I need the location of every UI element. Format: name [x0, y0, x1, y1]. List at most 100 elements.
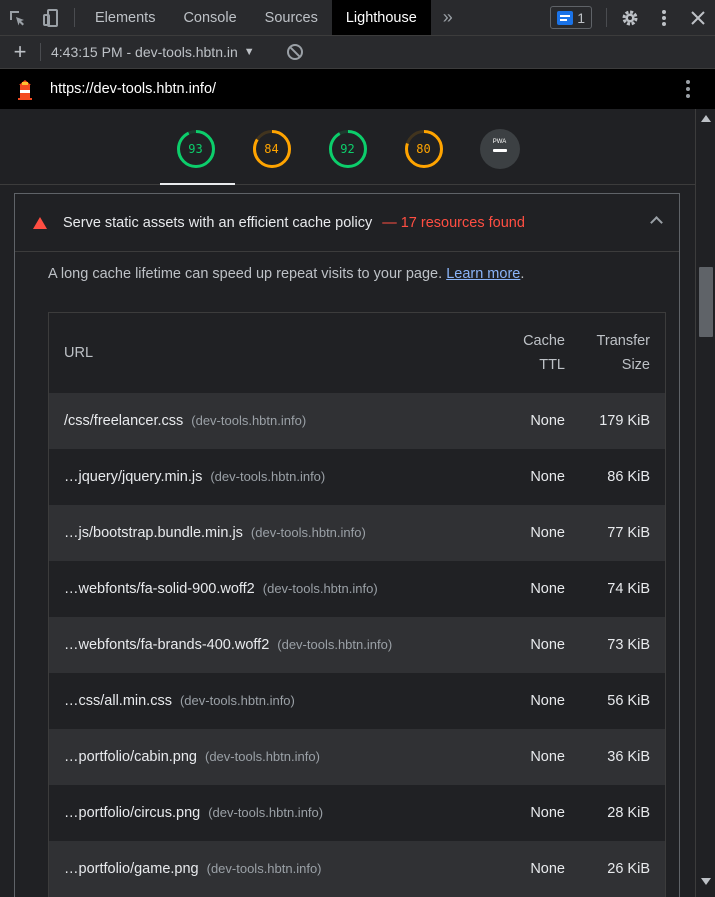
report-url: https://dev-tools.hbtn.info/ [50, 81, 217, 97]
resource-host: (dev-tools.hbtn.info) [250, 525, 366, 540]
cell-url: …portfolio/game.png (dev-tools.hbtn.info) [49, 861, 479, 877]
cell-cache-ttl: None [530, 749, 565, 765]
cell-cache-ttl: None [530, 469, 565, 485]
cell-transfer-size: 28 KiB [607, 805, 650, 821]
header-transfer-size: Transfer Size [565, 329, 665, 377]
table-row: …jquery/jquery.min.js (dev-tools.hbtn.inf… [49, 449, 665, 505]
resource-url[interactable]: …portfolio/game.png [64, 861, 199, 877]
cell-cache-ttl: None [530, 693, 565, 709]
new-report-plus-icon[interactable]: + [0, 39, 40, 65]
cell-transfer-size: 26 KiB [607, 861, 650, 877]
chevron-up-icon[interactable] [650, 216, 663, 229]
cell-transfer-size: 179 KiB [599, 413, 650, 429]
resource-url[interactable]: …portfolio/cabin.png [64, 749, 197, 765]
report-selector[interactable]: 4:43:15 PM - dev-tools.hbtn.in ▼ [51, 44, 281, 60]
clear-reports-block-icon[interactable] [287, 44, 303, 60]
gauge-performance[interactable]: 93 [176, 129, 216, 169]
resource-url[interactable]: …portfolio/circus.png [64, 805, 200, 821]
table-row: …webfonts/fa-solid-900.woff2 (dev-tools.h… [49, 561, 665, 617]
header-transfer-size-line2: Size [621, 357, 650, 373]
devtools-tabbar: Elements Console Sources Lighthouse » 1 [0, 0, 715, 36]
resource-url[interactable]: …css/all.min.css [64, 693, 172, 709]
active-gauge-indicator [160, 183, 235, 185]
close-icon[interactable] [681, 0, 715, 35]
cell-transfer-size: 74 KiB [607, 581, 650, 597]
resource-host: (dev-tools.hbtn.info) [262, 581, 378, 596]
resource-host: (dev-tools.hbtn.info) [205, 749, 320, 764]
cell-transfer-size: 77 KiB [607, 525, 650, 541]
score-gauges: 93 84 92 80 PWA [0, 109, 695, 185]
learn-more-link[interactable]: Learn more [446, 266, 520, 282]
report-content: 93 84 92 80 PWA Serve static assets with… [0, 109, 695, 897]
device-toolbar-icon[interactable] [34, 0, 68, 35]
cell-url: …webfonts/fa-brands-400.woff2 (dev-tools.… [49, 637, 479, 653]
resource-url[interactable]: …webfonts/fa-solid-900.woff2 [64, 581, 255, 597]
header-cache-ttl-line1: Cache [523, 333, 565, 349]
audit-display-value: — 17 resources found [382, 214, 525, 231]
cell-transfer-size: 86 KiB [607, 469, 650, 485]
cell-cache-ttl: None [530, 861, 565, 877]
message-icon [557, 10, 574, 25]
cell-url: …jquery/jquery.min.js (dev-tools.hbtn.inf… [49, 469, 479, 485]
header-cache-ttl-line2: TTL [539, 357, 565, 373]
resource-host: (dev-tools.hbtn.info) [206, 861, 322, 876]
settings-gear-icon[interactable] [613, 0, 647, 35]
cell-cache-ttl: None [530, 525, 565, 541]
resource-url[interactable]: …jquery/jquery.min.js [64, 469, 202, 485]
resource-url[interactable]: …webfonts/fa-brands-400.woff2 [64, 637, 269, 653]
gauge-score: 80 [416, 142, 431, 156]
cell-transfer-size: 56 KiB [607, 693, 650, 709]
gauge-seo[interactable]: 80 [404, 129, 444, 169]
issues-count: 1 [577, 9, 585, 26]
audit-header[interactable]: Serve static assets with an efficient ca… [15, 194, 679, 252]
cell-url: …js/bootstrap.bundle.min.js (dev-tools.hb… [49, 525, 479, 541]
pwa-dash-icon [492, 149, 507, 152]
report-menu-kebab-icon[interactable] [685, 79, 691, 99]
gauge-best-practices[interactable]: 92 [328, 129, 368, 169]
lighthouse-toolbar: + 4:43:15 PM - dev-tools.hbtn.in ▼ [0, 36, 715, 69]
table-row: …webfonts/fa-brands-400.woff2 (dev-tools.… [49, 617, 665, 673]
gauge-pwa[interactable]: PWA [479, 129, 520, 169]
cell-cache-ttl: None [530, 581, 565, 597]
inspect-element-icon[interactable] [0, 0, 34, 35]
scrollbar-thumb[interactable] [699, 267, 713, 337]
cell-cache-ttl: None [530, 637, 565, 653]
scroll-up-arrow-icon[interactable] [701, 115, 711, 122]
scroll-down-arrow-icon[interactable] [701, 878, 711, 885]
more-tabs-chevron-icon[interactable]: » [431, 0, 465, 35]
cell-transfer-size: 73 KiB [607, 637, 650, 653]
gauge-score: 92 [340, 142, 355, 156]
customize-menu-kebab-icon[interactable] [647, 0, 681, 35]
pwa-label: PWA [492, 139, 507, 145]
header-cache-ttl: Cache TTL [479, 329, 565, 377]
resource-host: (dev-tools.hbtn.info) [191, 413, 307, 428]
table-row: …css/all.min.css (dev-tools.hbtn.info) Non… [49, 673, 665, 729]
table-row: …portfolio/game.png (dev-tools.hbtn.info)… [49, 841, 665, 897]
table-row: …portfolio/circus.png (dev-tools.hbtn.inf… [49, 785, 665, 841]
cell-transfer-size: 36 KiB [607, 749, 650, 765]
tab-console[interactable]: Console [169, 0, 250, 35]
table-header: URL Cache TTL Transfer Size [49, 313, 665, 393]
tab-elements[interactable]: Elements [81, 0, 169, 35]
cell-url: /css/freelancer.css (dev-tools.hbtn.info) [49, 413, 479, 429]
issues-badge[interactable]: 1 [550, 6, 592, 29]
report-url-bar: https://dev-tools.hbtn.info/ [0, 69, 715, 109]
vertical-scrollbar[interactable] [695, 109, 715, 897]
gauge-score: 84 [264, 142, 279, 156]
cell-url: …portfolio/cabin.png (dev-tools.hbtn.info… [49, 749, 479, 765]
cell-cache-ttl: None [530, 805, 565, 821]
resource-url[interactable]: /css/freelancer.css [64, 413, 183, 429]
audit-description: A long cache lifetime can speed up repea… [15, 252, 679, 282]
toolbar-divider [74, 8, 75, 27]
resource-host: (dev-tools.hbtn.info) [277, 637, 393, 652]
resource-url[interactable]: …js/bootstrap.bundle.min.js [64, 525, 243, 541]
description-period: . [520, 266, 525, 282]
fail-triangle-icon [33, 216, 47, 229]
gauge-accessibility[interactable]: 84 [252, 129, 292, 169]
toolbar-divider [606, 8, 607, 27]
cell-cache-ttl: None [530, 413, 565, 429]
toolbar-divider [40, 43, 41, 61]
tab-lighthouse[interactable]: Lighthouse [331, 0, 431, 35]
tab-sources[interactable]: Sources [251, 0, 332, 35]
cell-url: …webfonts/fa-solid-900.woff2 (dev-tools.h… [49, 581, 479, 597]
